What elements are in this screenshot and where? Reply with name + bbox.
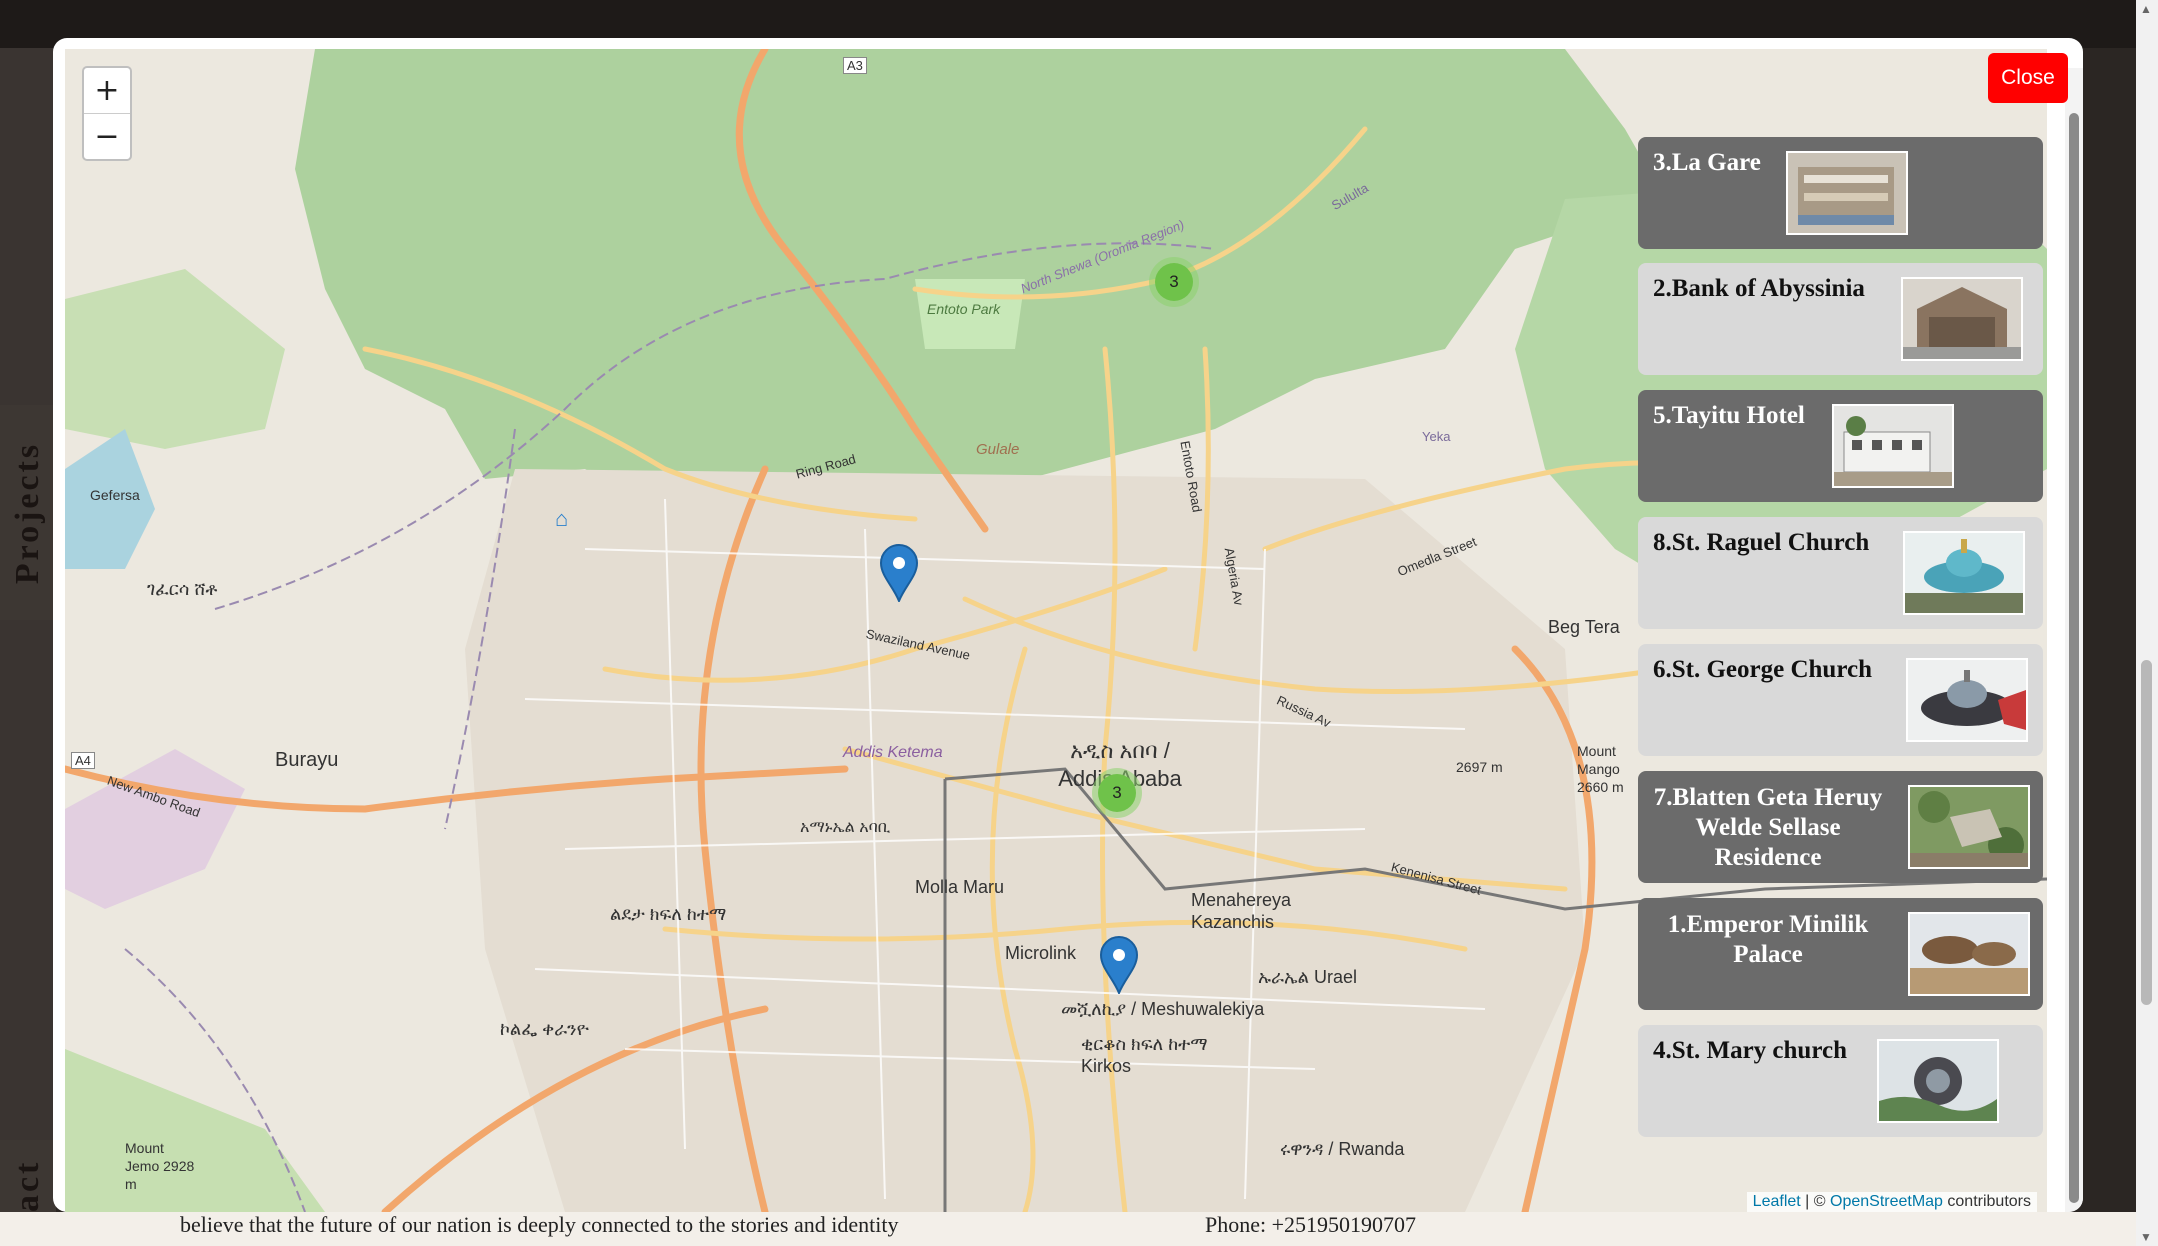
- project-thumbnail: [1908, 785, 2030, 869]
- map-label-microlink: Microlink: [1005, 943, 1077, 963]
- map-label-meshuwalekiya: መሿለኪያ / Meshuwalekiya: [1061, 999, 1265, 1019]
- attribution-separator: | ©: [1800, 1193, 1830, 1210]
- map-label-amanuel: አማኑኤል አባቢ: [800, 819, 891, 836]
- project-thumbnail: [1786, 151, 1908, 235]
- side-tab-projects[interactable]: Projects: [0, 405, 56, 620]
- map-label-entoto-park: Entoto Park: [927, 301, 1001, 317]
- school-icon: ⌂: [555, 506, 569, 531]
- map-canvas[interactable]: Burayu Gefersa Entoto Park Gulale Addis …: [65, 49, 2047, 1212]
- project-title: 6.St. George Church: [1653, 656, 1872, 683]
- map-label-gulale: Gulale: [976, 441, 1020, 458]
- project-title: 1.Emperor Minilik Palace: [1667, 911, 1869, 968]
- project-thumbnail: [1908, 912, 2030, 996]
- project-card[interactable]: 2.Bank of Abyssinia: [1638, 263, 2043, 375]
- map-label-molla-maru: Molla Maru: [915, 877, 1005, 897]
- leaflet-link[interactable]: Leaflet: [1753, 1193, 1801, 1210]
- map-label-addis-ketema: Addis Ketema: [843, 744, 943, 761]
- map-label-rwanda: ሩዋንዳ / Rwanda: [1280, 1139, 1405, 1159]
- map-label-burayu: Burayu: [275, 749, 339, 771]
- map-label-kirkos: ቂርቆስ ክፍለ ከተማ Kirkos: [1081, 1034, 1208, 1076]
- project-title: 4.St. Mary church: [1653, 1037, 1847, 1064]
- map-label-gefersa: Gefersa: [90, 487, 140, 503]
- project-thumbnail: [1877, 1039, 1999, 1123]
- map-label-kolfe: ኮልፌ ቀራንዮ: [500, 1019, 589, 1039]
- project-list-scrollbar[interactable]: [2065, 68, 2083, 1212]
- map-marker-pin[interactable]: [879, 544, 919, 602]
- project-card[interactable]: 5.Tayitu Hotel: [1638, 390, 2043, 502]
- map-label-mount-mango: Mount Mango 2660 m: [1577, 743, 1624, 795]
- footer-about-text: believe that the future of our nation is…: [180, 1212, 899, 1237]
- project-card[interactable]: 6.St. George Church: [1638, 644, 2043, 756]
- marker-cluster-center[interactable]: 3: [1092, 768, 1142, 818]
- scroll-up-icon[interactable]: ▲: [2140, 2, 2152, 16]
- map-pin-icon: [879, 544, 919, 602]
- scroll-down-icon[interactable]: ▼: [2140, 1230, 2152, 1244]
- map-label-urael: ኡራኤል Urael: [1258, 967, 1357, 987]
- map-label-beg-tera: Beg Tera: [1548, 617, 1620, 637]
- road-label-yeka: Yeka: [1422, 429, 1451, 444]
- footer-phone-text: Phone: +251950190707: [1205, 1212, 1417, 1237]
- cluster-count: 3: [1098, 774, 1136, 812]
- project-thumbnail: [1906, 658, 2028, 742]
- attribution-suffix: contributors: [1942, 1193, 2031, 1210]
- zoom-out-button[interactable]: −: [84, 114, 130, 159]
- map-label-lideta: ልደታ ክፍለ ከተማ: [610, 904, 727, 924]
- zoom-in-button[interactable]: +: [84, 68, 130, 114]
- cluster-count: 3: [1155, 263, 1193, 301]
- map-label-gefersa-sheto: ገፈርሳ ሸቶ: [147, 579, 218, 599]
- marker-cluster-north[interactable]: 3: [1149, 257, 1199, 307]
- project-card[interactable]: 1.Emperor Minilik Palace: [1638, 898, 2043, 1010]
- map-modal: Burayu Gefersa Entoto Park Gulale Addis …: [53, 38, 2083, 1212]
- map-marker-pin[interactable]: [1099, 936, 1139, 994]
- project-title: 7.Blatten Geta Heruy Welde Sellase Resid…: [1653, 784, 1883, 871]
- page-scrollbar-thumb[interactable]: [2141, 660, 2152, 1005]
- map-attribution: Leaflet | © OpenStreetMap contributors: [1746, 1192, 2037, 1212]
- project-title: 3.La Gare: [1653, 149, 1761, 176]
- project-thumbnail: [1832, 404, 1954, 488]
- side-tab-projects-label: Projects: [9, 441, 46, 584]
- page-scrollbar[interactable]: ▲ ▼: [2136, 0, 2158, 1246]
- project-title: 5.Tayitu Hotel: [1653, 402, 1805, 429]
- osm-link[interactable]: OpenStreetMap: [1830, 1193, 1943, 1210]
- map-pin-icon: [1099, 936, 1139, 994]
- project-card[interactable]: 8.St. Raguel Church: [1638, 517, 2043, 629]
- map-label-mount-jemo: Mount Jemo 2928 m: [125, 1140, 195, 1192]
- project-thumbnail: [1901, 277, 2023, 361]
- project-card[interactable]: 3.La Gare: [1638, 137, 2043, 249]
- road-shield-a3: A3: [843, 57, 867, 74]
- project-card[interactable]: 4.St. Mary church: [1638, 1025, 2043, 1137]
- project-title: 8.St. Raguel Church: [1653, 529, 1870, 556]
- road-shield-a4: A4: [71, 752, 95, 769]
- map-label-elevation: 2697 m: [1456, 759, 1503, 775]
- project-card[interactable]: 7.Blatten Geta Heruy Welde Sellase Resid…: [1638, 771, 2043, 883]
- zoom-control: + −: [82, 66, 132, 161]
- page-footer-strip: believe that the future of our nation is…: [0, 1212, 2140, 1246]
- project-thumbnail: [1903, 531, 2025, 615]
- map-label-kazanchis: Menahereya Kazanchis: [1191, 890, 1292, 932]
- close-button[interactable]: Close: [1988, 53, 2068, 103]
- page-left-rail: [0, 48, 56, 1246]
- project-list-scrollbar-thumb[interactable]: [2069, 113, 2079, 1203]
- project-title: 2.Bank of Abyssinia: [1653, 275, 1865, 302]
